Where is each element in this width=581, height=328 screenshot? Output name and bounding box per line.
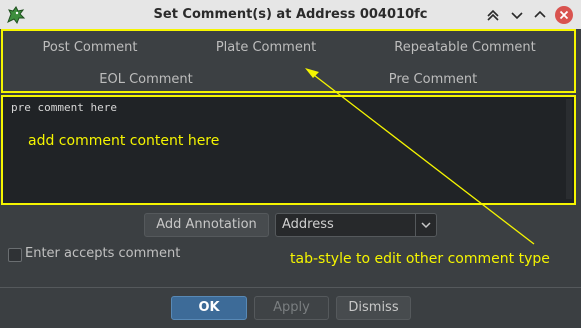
annotation-arrow [305,68,535,245]
